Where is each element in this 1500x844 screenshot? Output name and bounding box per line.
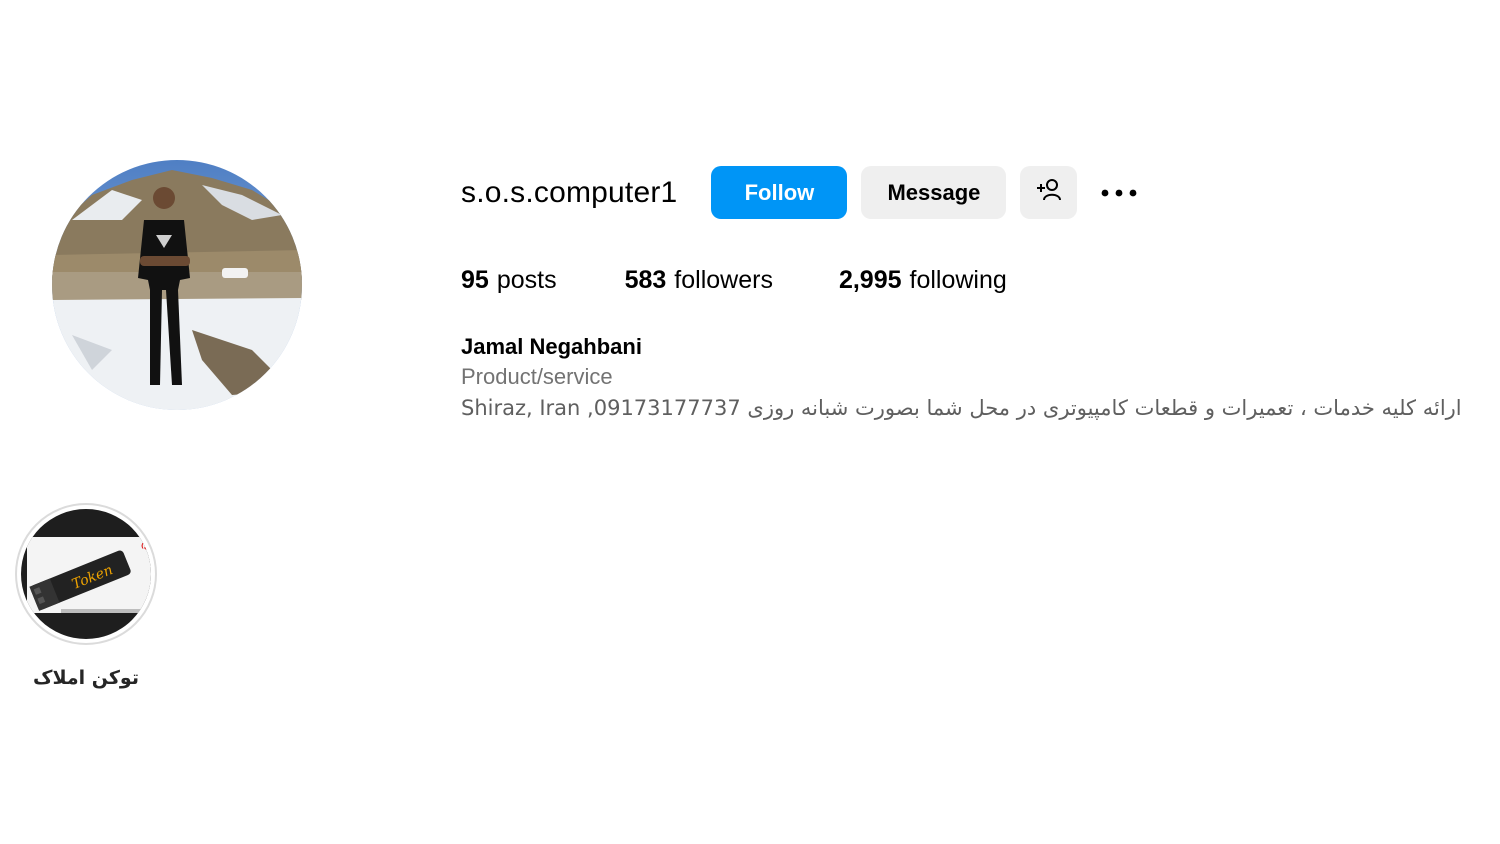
highlight-cover-title: صدور و تمدید امضای دیجیتال (توکن) [141,542,151,550]
profile-header: s.o.s.computer1 Follow Message [461,166,1139,219]
profile-avatar[interactable] [52,160,302,410]
more-options-icon [1101,184,1137,202]
highlight-ring: صدور و تمدید امضای دیجیتال (توکن) Token [15,503,157,645]
posts-stat: 95 posts [461,266,557,295]
following-link[interactable]: 2,995 following [839,266,1007,295]
follow-button[interactable]: Follow [711,166,848,219]
profile-bio: Jamal Negahbani Product/service ارائه کل… [461,332,1491,424]
story-highlight[interactable]: صدور و تمدید امضای دیجیتال (توکن) Token … [15,503,157,689]
more-options-button[interactable] [1099,173,1139,213]
username: s.o.s.computer1 [461,175,678,209]
followers-label: followers [674,266,773,294]
message-button[interactable]: Message [861,166,1007,219]
full-name: Jamal Negahbani [461,334,642,359]
bio-text: ارائه کلیه خدمات ، تعمیرات و قطعات کامپی… [461,396,1462,420]
followers-link[interactable]: 583 followers [625,266,773,295]
followers-count: 583 [624,266,667,294]
profile-stats: 95 posts 583 followers 2,995 following [461,266,1007,295]
following-count: 2,995 [838,266,902,294]
suggested-accounts-button[interactable] [1020,166,1078,219]
highlight-cover: صدور و تمدید امضای دیجیتال (توکن) Token [21,509,151,639]
highlight-label: توکن املاک [33,667,139,689]
posts-label: posts [496,266,557,294]
profile-page: s.o.s.computer1 Follow Message 95 posts … [0,0,1500,844]
category-label: Product/service [461,364,613,389]
posts-count: 95 [461,266,489,294]
add-person-icon [1035,177,1063,209]
following-label: following [909,266,1007,294]
